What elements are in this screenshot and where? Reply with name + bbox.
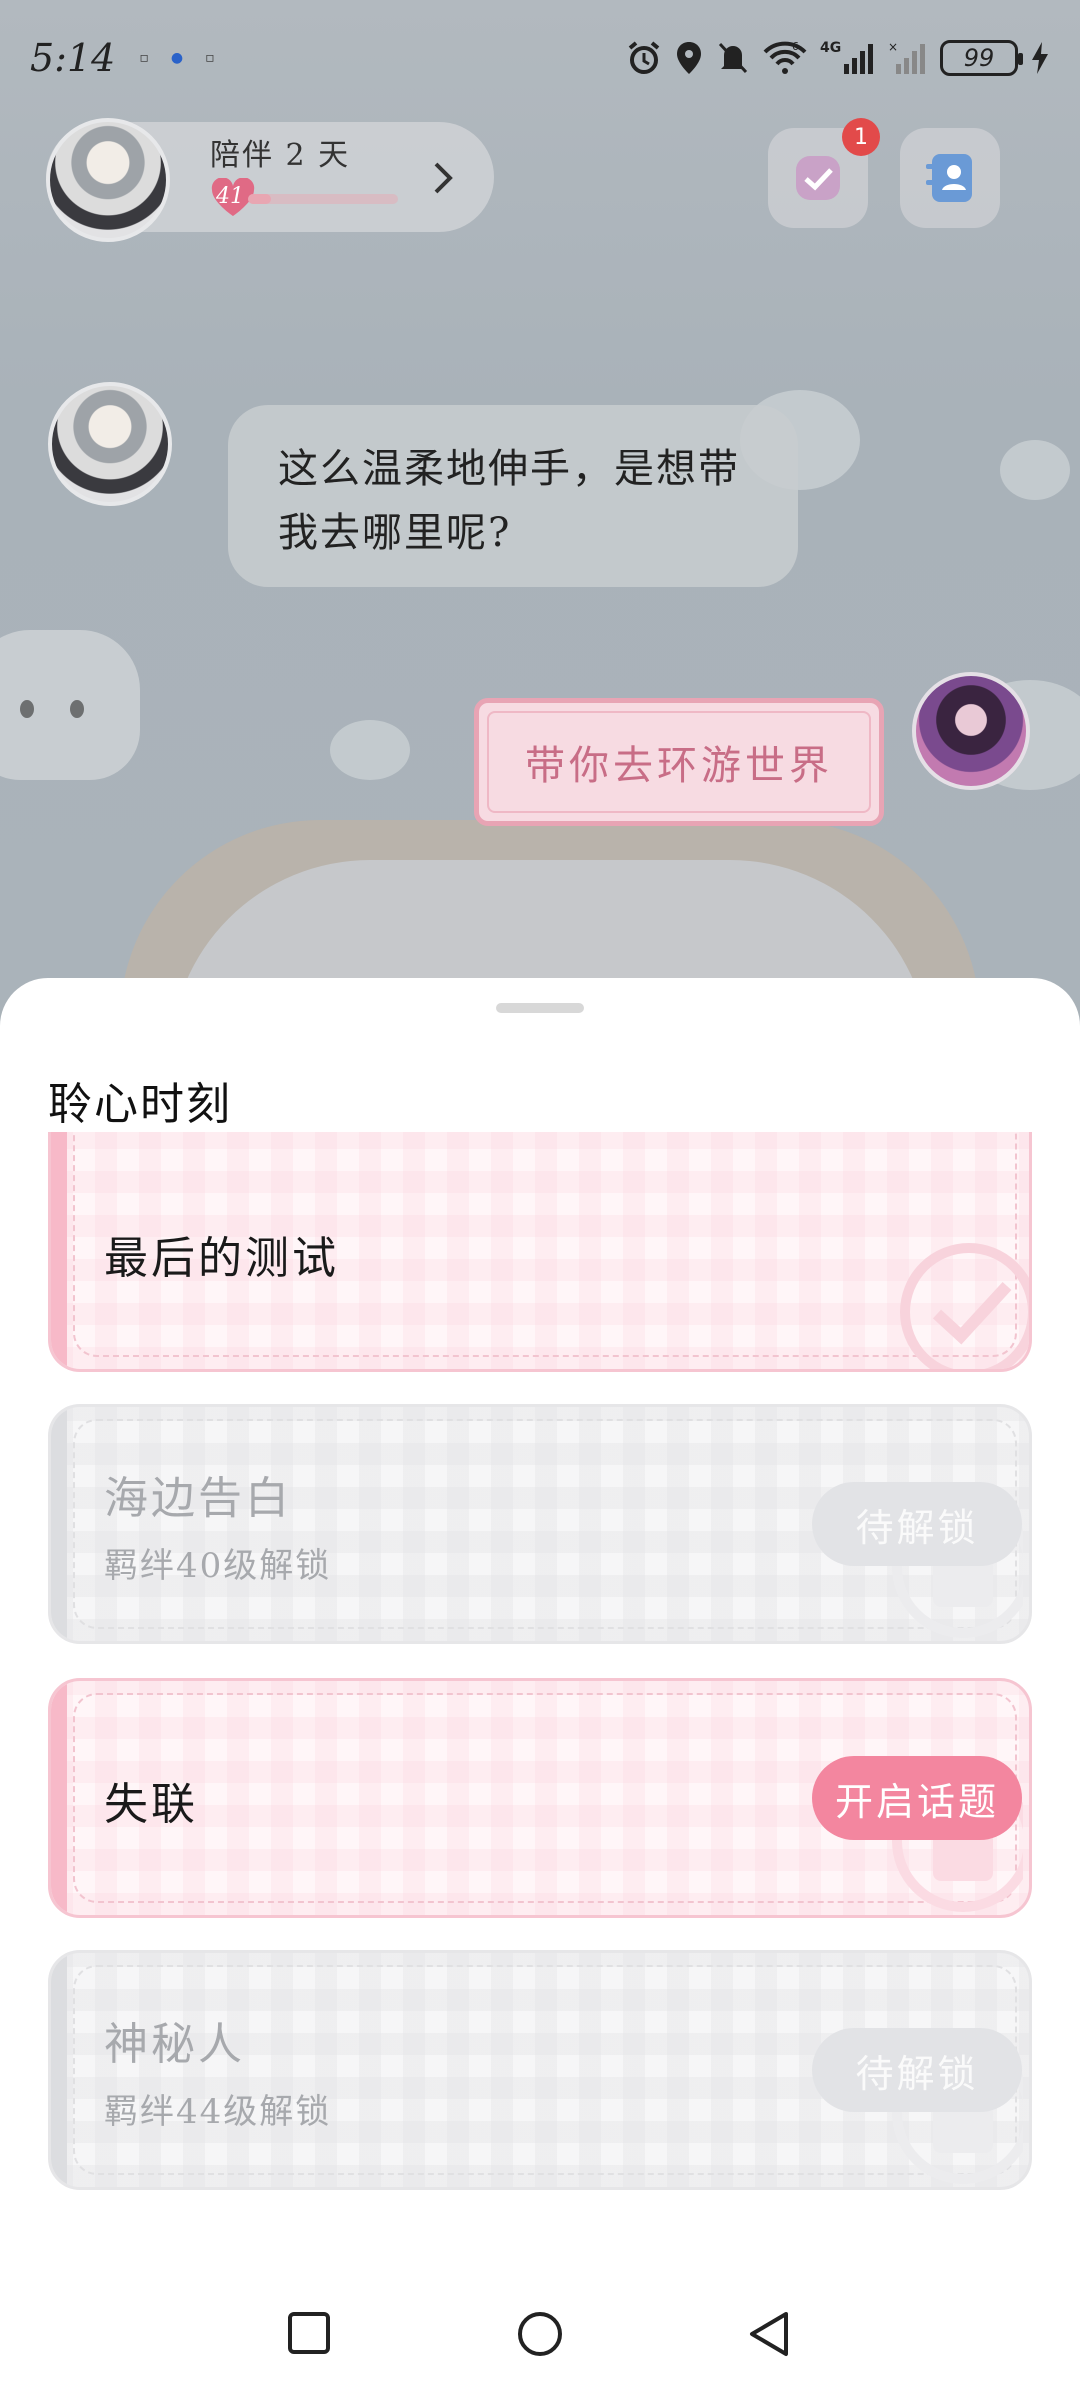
status-bar: 5:14 ▫ ● ▫ 6 4G × 99 bbox=[0, 0, 1080, 115]
cellular-signal-empty-icon: × bbox=[888, 40, 925, 74]
svg-text:×: × bbox=[888, 40, 898, 54]
mute-bell-icon bbox=[718, 42, 748, 73]
location-icon bbox=[677, 41, 701, 74]
topic-unlock-condition: 羁绊40级解锁 bbox=[104, 1546, 332, 1586]
charging-bolt-icon bbox=[1032, 41, 1048, 74]
notification-badge: 1 bbox=[842, 118, 880, 156]
sheet-title: 聆心时刻 bbox=[48, 1079, 232, 1130]
incoming-message-bubble: 这么温柔地伸手，是想带我去哪里呢? bbox=[228, 405, 798, 587]
companion-avatar[interactable] bbox=[46, 118, 170, 242]
outgoing-message-card: 带你去环游世界 bbox=[474, 698, 884, 826]
topic-unlock-condition: 羁绊44级解锁 bbox=[104, 2092, 332, 2132]
battery-indicator: 99 bbox=[940, 39, 1023, 76]
topic-title: 神秘人 bbox=[104, 2019, 245, 2070]
topic-title: 海边告白 bbox=[104, 1473, 292, 1524]
cellular-signal-icon: 4G bbox=[820, 40, 873, 74]
svg-text:6: 6 bbox=[792, 40, 799, 53]
wifi-icon: 6 bbox=[763, 40, 807, 74]
cat-decoration bbox=[0, 630, 140, 780]
alarm-icon bbox=[628, 40, 660, 74]
contact-book-icon bbox=[926, 154, 972, 202]
locked-button: 待解锁 bbox=[812, 2028, 1022, 2112]
status-notification-icons: ▫ ● ▫ bbox=[139, 50, 214, 66]
chevron-right-icon[interactable] bbox=[432, 160, 456, 196]
open-topic-button[interactable]: 开启话题 bbox=[812, 1756, 1022, 1840]
checkmark-circle-icon bbox=[900, 1243, 1029, 1369]
topic-title: 失联 bbox=[104, 1779, 198, 1830]
level-number: 41 bbox=[216, 184, 244, 209]
status-time: 5:14 bbox=[30, 35, 116, 80]
back-icon[interactable] bbox=[746, 2310, 792, 2358]
notification-icon: ● bbox=[170, 49, 184, 66]
level-progress-bar bbox=[248, 194, 398, 204]
svg-text:4G: 4G bbox=[820, 40, 841, 56]
companion-chat-avatar[interactable] bbox=[48, 382, 172, 506]
check-task-icon bbox=[796, 156, 840, 200]
topic-title: 最后的测试 bbox=[104, 1233, 339, 1284]
recent-apps-icon[interactable] bbox=[286, 2310, 332, 2356]
contacts-button[interactable] bbox=[900, 128, 1000, 228]
locked-button: 待解锁 bbox=[812, 1482, 1022, 1566]
cloud-decoration bbox=[1000, 440, 1070, 500]
companion-days-label: 陪伴 2 天 bbox=[210, 138, 351, 173]
notification-icon: ▫ bbox=[139, 49, 149, 66]
cloud-decoration bbox=[330, 720, 410, 780]
home-icon[interactable] bbox=[516, 2310, 564, 2358]
notification-icon: ▫ bbox=[205, 49, 215, 66]
sheet-drag-handle[interactable] bbox=[496, 1003, 584, 1013]
user-avatar[interactable] bbox=[912, 672, 1030, 790]
outgoing-message-text: 带你去环游世界 bbox=[525, 743, 833, 789]
